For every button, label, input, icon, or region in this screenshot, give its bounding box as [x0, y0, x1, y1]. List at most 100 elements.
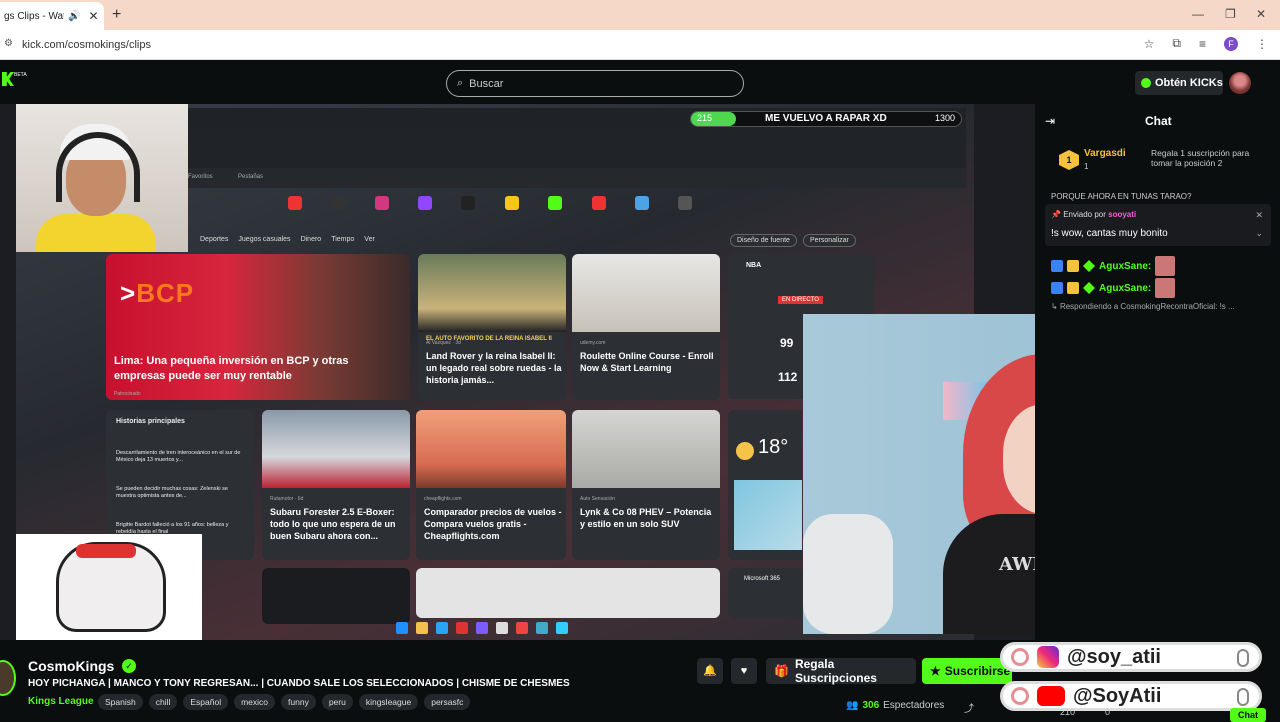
card-source: Patrocinado — [114, 391, 141, 397]
tag[interactable]: chill — [148, 694, 178, 710]
shortcut-kick — [540, 196, 569, 224]
streamer-name[interactable]: CosmoKings — [28, 658, 114, 674]
extensions-icon[interactable]: ⧉ — [1172, 36, 1181, 51]
reply-line: ↳ Respondiendo a CosmokingRecontraOficia… — [1051, 302, 1235, 311]
instagram-icon — [374, 196, 389, 210]
points-count: 210 — [1060, 707, 1076, 717]
chat-username[interactable]: AguxSane: — [1099, 283, 1151, 294]
chevron-down-icon[interactable]: ⌄ — [1255, 228, 1263, 239]
url-field[interactable]: kick.com/cosmokings/clips — [22, 39, 151, 51]
youtube-icon — [287, 196, 302, 210]
kick-header: BETA ⌕ Buscar Obtén KICKs — [0, 62, 1280, 104]
browser-toolbar: ☆ ⧉ ≡ F ⋮ — [1144, 36, 1268, 51]
chat-title: Chat — [1145, 114, 1172, 128]
rank-badge: 1 — [1059, 150, 1079, 170]
media-icon[interactable]: ≡ — [1199, 37, 1206, 51]
news-card-bcp: >BCP Lima: Una pequeña inversión en BCP … — [106, 254, 410, 400]
shortcut-wheel — [627, 196, 656, 224]
share-icon[interactable]: ⤴ — [964, 700, 974, 715]
minimize-icon[interactable]: — — [1192, 7, 1204, 21]
live-badge: EN DIRECTO — [778, 296, 823, 304]
chrome-icon — [516, 622, 528, 634]
tag[interactable]: mexico — [234, 694, 276, 710]
shortcut-add — [671, 196, 700, 224]
search-icon — [1011, 687, 1029, 705]
kingsleague-icon — [504, 196, 519, 210]
star-icon: ★ — [930, 664, 941, 678]
pinned-message[interactable]: 📌 Enviado por sooyati ✕ !s wow, cantas m… — [1045, 204, 1271, 246]
news-card-landrover: EL AUTO FAVORITO DE LA REINA ISABEL II A… — [418, 254, 566, 400]
gift-leaderboard[interactable]: 1 Vargasdi 1 Regala 1 suscripción para t… — [1059, 146, 1273, 178]
yellow-shirt — [36, 214, 156, 252]
tab-title: gs Clips - Watch — [4, 10, 64, 22]
kick-logo-icon[interactable] — [2, 72, 14, 86]
card-title: Land Rover y la reina Isabel II: un lega… — [426, 351, 562, 385]
collapse-chat-icon[interactable]: ⇥ — [1045, 114, 1055, 128]
goal-current: 215 — [697, 113, 713, 123]
chat-username[interactable]: AguxSane: — [1099, 261, 1151, 272]
subscribe-button[interactable]: ★ Suscribirse — [922, 658, 1012, 684]
gift-subs-button[interactable]: 🎁 Regala Suscripciones — [766, 657, 916, 685]
kick-icon — [548, 196, 563, 210]
beta-label: BETA — [14, 72, 27, 78]
chat-message: AguxSane: — [1051, 278, 1176, 298]
bell-icon[interactable]: 🔔 — [697, 658, 723, 684]
tag[interactable]: peru — [321, 694, 353, 710]
user-avatar[interactable] — [1229, 72, 1251, 94]
heart-icon[interactable]: ♥ — [731, 658, 757, 684]
profile-avatar[interactable]: F — [1224, 36, 1238, 51]
youtube-handle: @SoyAtii — [1073, 684, 1162, 707]
nav-ver: Ver — [364, 236, 375, 243]
badge-icon — [1067, 260, 1079, 272]
stream-title: HOY PICHANGA | MANCO Y TONY REGRESAN... … — [28, 678, 570, 689]
bcp-logo-text: BCP — [136, 278, 195, 308]
window-close-icon[interactable]: ✕ — [1256, 7, 1266, 21]
emote-icon — [1155, 278, 1176, 298]
speaker-icon[interactable]: 🔊 — [68, 11, 80, 22]
search-icon — [1011, 648, 1029, 666]
gift-subs-label: Regala Suscripciones — [794, 657, 877, 685]
shortcut-kingsleague — [497, 196, 526, 224]
story-2: Se pueden decidir muchas cosas: Zelenski… — [116, 486, 228, 499]
favorites-label: Favoritos — [188, 174, 213, 180]
site-info-icon[interactable]: ⚙ — [4, 38, 13, 49]
tag-list: Spanish chill Español mexico funny peru … — [98, 694, 471, 710]
tag[interactable]: Español — [183, 694, 229, 710]
goal-target: 1300 — [934, 113, 955, 123]
menu-icon[interactable]: ⋮ — [1256, 37, 1268, 51]
streamer-avatar[interactable] — [0, 660, 16, 696]
card-title: Comparador precios de vuelos - Compara v… — [424, 507, 562, 541]
gift-username: Vargasdi — [1084, 148, 1126, 159]
star-icon[interactable]: ☆ — [1144, 37, 1155, 51]
card-source: Al Vazquez · 3d — [426, 340, 461, 346]
tag[interactable]: Spanish — [98, 694, 143, 710]
category-link[interactable]: Kings League — [28, 696, 94, 707]
unpin-icon[interactable]: ✕ — [1255, 210, 1263, 221]
card-title: Lynk & Co 08 PHEV – Potencia y estilo en… — [580, 507, 712, 529]
badge-icon — [1067, 282, 1079, 294]
weather-map — [734, 480, 802, 550]
shortcut-row — [280, 196, 700, 224]
mic-icon — [1237, 688, 1249, 706]
browser-tab[interactable]: gs Clips - Watch 🔊 ✕ — [0, 2, 104, 30]
story-1: Descarrilamiento de tren interoceánico e… — [116, 450, 241, 463]
instagram-handle: @soy_atii — [1067, 645, 1161, 668]
get-kicks-button[interactable]: Obtén KICKs — [1135, 71, 1223, 95]
streamer-webcam — [16, 104, 188, 252]
search-input[interactable]: ⌕ Buscar — [446, 70, 744, 97]
viewer-number: 306 — [862, 700, 880, 711]
shortcut-instagram — [367, 196, 396, 224]
tag[interactable]: funny — [281, 694, 316, 710]
close-icon[interactable]: ✕ — [88, 9, 98, 23]
maximize-icon[interactable]: ❐ — [1225, 7, 1236, 21]
pinned-header: 📌 Enviado por sooyati — [1051, 210, 1137, 219]
badge-icon — [1083, 282, 1095, 294]
goal-title: ME VUELVO A RAPAR XD — [765, 113, 887, 124]
lynk-image — [572, 410, 720, 488]
shortcut-twitch — [410, 196, 439, 224]
favorites-row: Favoritos Pestañas — [186, 168, 966, 188]
tag[interactable]: persasfc — [424, 694, 471, 710]
tag[interactable]: kingsleague — [358, 694, 419, 710]
goal-bar: 215 ME VUELVO A RAPAR XD 1300 — [690, 111, 962, 127]
new-tab-icon[interactable]: + — [112, 6, 121, 24]
